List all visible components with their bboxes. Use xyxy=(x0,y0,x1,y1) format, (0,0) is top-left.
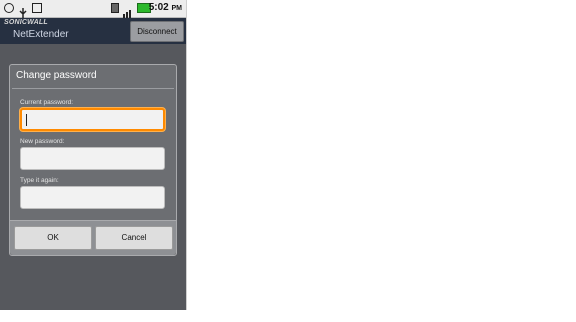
confirm-password-label: Type it again: xyxy=(20,177,59,184)
notification-icon xyxy=(32,3,42,13)
new-password-label: New password: xyxy=(20,138,65,145)
current-password-field[interactable] xyxy=(20,108,165,131)
status-bar: 5:02 PM xyxy=(0,0,186,18)
current-password-label: Current password: xyxy=(20,99,74,106)
dialog-title: Change password xyxy=(16,70,97,81)
dialog-divider xyxy=(12,88,174,89)
text-cursor xyxy=(26,114,27,126)
brand-logo: SONICWALL xyxy=(4,19,48,26)
dialog-button-bar: OK Cancel xyxy=(10,220,176,255)
android-icon xyxy=(4,3,14,13)
usb-icon xyxy=(18,3,28,18)
clock: 5:02 PM xyxy=(148,2,182,13)
signal-icon xyxy=(123,3,133,18)
app-title: NetExtender xyxy=(13,29,69,40)
change-password-dialog: Change password Current password: New pa… xyxy=(9,64,177,256)
app-header: SONICWALL NetExtender Disconnect xyxy=(0,18,186,44)
confirm-password-field[interactable] xyxy=(20,186,165,209)
phone-screen: 5:02 PM SONICWALL NetExtender Disconnect… xyxy=(0,0,187,310)
sim-icon xyxy=(111,3,119,13)
ok-button[interactable]: OK xyxy=(14,226,92,250)
new-password-field[interactable] xyxy=(20,147,165,170)
cancel-button[interactable]: Cancel xyxy=(95,226,173,250)
disconnect-button[interactable]: Disconnect xyxy=(130,21,184,42)
